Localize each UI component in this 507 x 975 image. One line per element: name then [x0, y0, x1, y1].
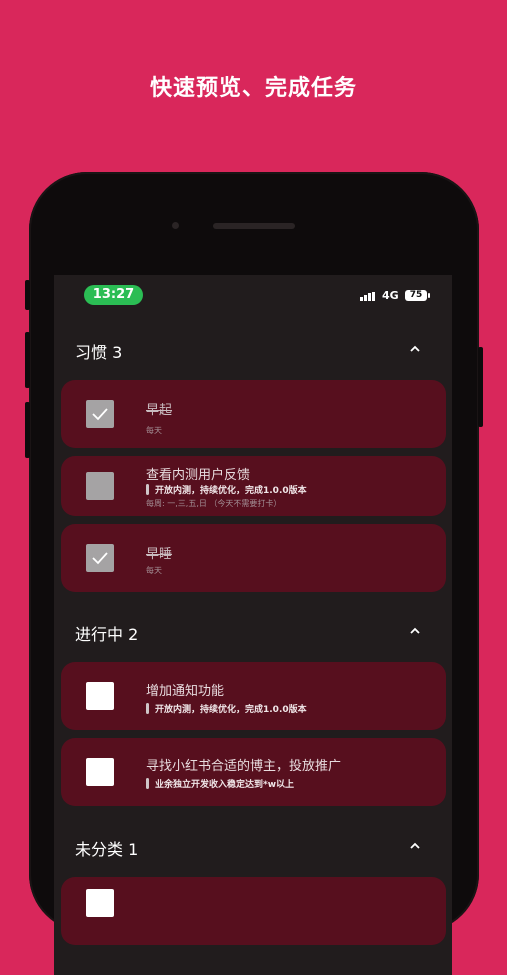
power-button	[478, 347, 483, 427]
section-header-habits[interactable]: 习惯 3	[54, 335, 452, 365]
front-camera	[172, 222, 179, 229]
task-checkbox[interactable]	[86, 758, 114, 786]
task-title: 查看内测用户反馈	[146, 468, 251, 483]
task-card[interactable]	[61, 877, 446, 945]
task-checkbox[interactable]	[86, 400, 114, 428]
earpiece-speaker	[213, 223, 295, 229]
checkmark-icon	[92, 552, 108, 565]
section-title: 未分类 1	[75, 840, 139, 859]
task-card[interactable]: 早起 每天	[61, 380, 446, 448]
goal-marker	[146, 484, 149, 495]
task-goal: 开放内测，持续优化，完成1.0.0版本	[146, 483, 307, 496]
task-goal-text: 开放内测，持续优化，完成1.0.0版本	[155, 486, 307, 496]
goal-marker	[146, 778, 149, 789]
task-repeat: 每周: 一,三,五,日 （今天不需要打卡）	[146, 499, 282, 508]
status-time[interactable]: 13:27	[84, 285, 143, 305]
task-title: 增加通知功能	[146, 684, 225, 699]
task-card[interactable]: 早睡 每天	[61, 524, 446, 592]
section-title: 习惯 3	[75, 343, 123, 362]
section-header-in-progress[interactable]: 进行中 2	[54, 617, 452, 647]
section-title: 进行中 2	[75, 625, 139, 644]
task-card[interactable]: 寻找小红书合适的博主，投放推广 业余独立开发收入稳定达到*w以上	[61, 738, 446, 806]
chevron-up-icon[interactable]	[409, 343, 421, 355]
task-checkbox[interactable]	[86, 889, 114, 917]
task-checkbox[interactable]	[86, 682, 114, 710]
task-title: 早起	[146, 403, 173, 418]
task-card[interactable]: 增加通知功能 开放内测，持续优化，完成1.0.0版本	[61, 662, 446, 730]
task-card[interactable]: 查看内测用户反馈 开放内测，持续优化，完成1.0.0版本 每周: 一,三,五,日…	[61, 456, 446, 516]
mute-switch	[25, 280, 30, 310]
task-title: 早睡	[146, 547, 173, 562]
task-goal: 开放内测，持续优化，完成1.0.0版本	[146, 702, 307, 715]
task-goal: 业余独立开发收入稳定达到*w以上	[146, 777, 294, 790]
chevron-up-icon[interactable]	[409, 840, 421, 852]
section-header-uncategorized[interactable]: 未分类 1	[54, 832, 452, 862]
network-type: 4G	[382, 289, 399, 302]
checkmark-icon	[92, 408, 108, 421]
promo-headline: 快速预览、完成任务	[149, 76, 357, 101]
app-screen: 13:27 4G 75 习惯 3 早起 每天 查看内测用户反馈 开放内测，持续优…	[54, 275, 452, 975]
task-title: 寻找小红书合适的博主，投放推广	[146, 759, 342, 774]
phone-frame: 13:27 4G 75 习惯 3 早起 每天 查看内测用户反馈 开放内测，持续优…	[25, 172, 483, 975]
task-repeat: 每天	[146, 426, 162, 435]
goal-marker	[146, 703, 149, 714]
task-goal-text: 开放内测，持续优化，完成1.0.0版本	[155, 705, 307, 715]
volume-down-button	[25, 402, 30, 458]
task-checkbox[interactable]	[86, 472, 114, 500]
task-goal-text: 业余独立开发收入稳定达到*w以上	[155, 780, 295, 790]
task-repeat: 每天	[146, 566, 162, 575]
volume-up-button	[25, 332, 30, 388]
status-bar: 13:27 4G 75	[54, 275, 452, 315]
task-checkbox[interactable]	[86, 544, 114, 572]
signal-icon	[360, 292, 375, 301]
battery-icon: 75	[405, 290, 430, 301]
chevron-up-icon[interactable]	[409, 625, 421, 637]
